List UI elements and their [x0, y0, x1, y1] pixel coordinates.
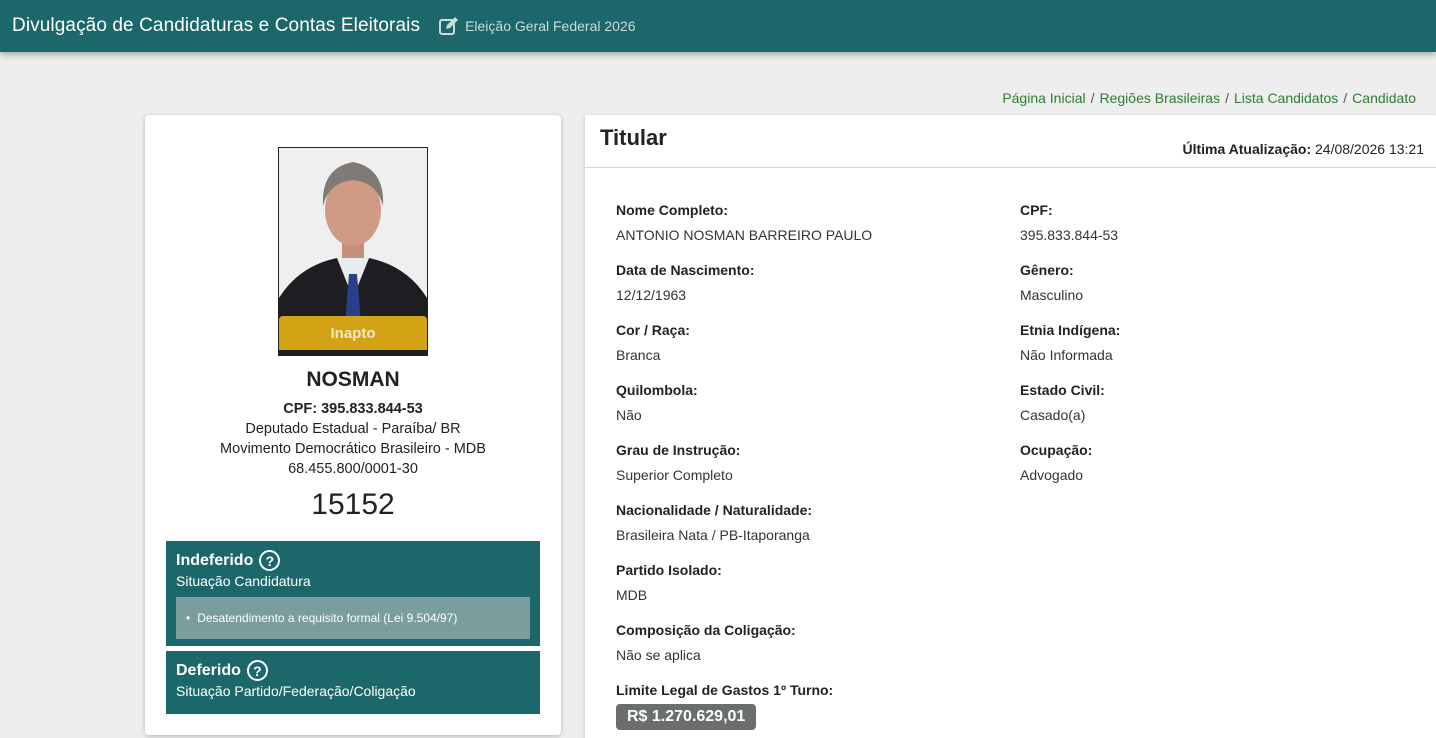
candidate-cpf: CPF: 395.833.844-53 [283, 401, 423, 417]
election-label: Eleição Geral Federal 2026 [465, 18, 636, 34]
field-label: Quilombola: [616, 382, 698, 398]
situation-reason-text: Desatendimento a requisito formal (Lei 9… [197, 611, 458, 625]
section-title: Titular [600, 125, 667, 150]
field-label: Nome Completo: [616, 202, 728, 218]
candidate-party: Movimento Democrático Brasileiro - MDB [220, 441, 486, 457]
candidate-office: Deputado Estadual - Paraíba/ BR [245, 421, 461, 437]
field-label: Cor / Raça: [616, 322, 690, 338]
field-label: Ocupação: [1020, 442, 1093, 458]
breadcrumb-home[interactable]: Página Inicial [1002, 90, 1085, 106]
field-label: Gênero: [1020, 262, 1074, 278]
situation-subtitle: Situação Partido/Federação/Coligação [176, 683, 416, 699]
field-value: Advogado [1020, 467, 1084, 483]
candidate-name: NOSMAN [306, 368, 400, 391]
field-value: Não Informada [1020, 347, 1113, 363]
candidate-summary-card: Inapto NOSMAN CPF: 395.833.844-53 Deputa… [145, 115, 561, 735]
field-occupation: Ocupação: Advogado [1020, 442, 1092, 483]
breadcrumb-candidate-list[interactable]: Lista Candidatos [1234, 90, 1338, 106]
field-label: Nacionalidade / Naturalidade: [616, 502, 813, 518]
field-label: Partido Isolado: [616, 562, 722, 578]
last-update: Última Atualização: 24/08/2026 13:21 [1182, 141, 1424, 157]
edit-icon[interactable] [438, 15, 460, 37]
candidate-number: 15152 [311, 488, 395, 521]
bullet-icon: • [186, 611, 191, 625]
field-spending-limit: Limite Legal de Gastos 1º Turno: R$ 1.27… [616, 682, 833, 730]
party-situation-box: Deferido ? Situação Partido/Federação/Co… [166, 651, 540, 714]
field-value: 12/12/1963 [616, 287, 687, 303]
help-icon[interactable]: ? [246, 660, 268, 681]
field-label: Composição da Coligação: [616, 622, 796, 638]
field-label: Etnia Indígena: [1020, 322, 1121, 338]
field-value: ANTONIO NOSMAN BARREIRO PAULO [616, 227, 873, 243]
breadcrumb: Página Inicial / Regiões Brasileiras / Lista… [1002, 90, 1416, 106]
breadcrumb-separator: / [1343, 90, 1348, 106]
field-gender: Gênero: Masculino [1020, 262, 1083, 303]
field-value: 395.833.844-53 [1020, 227, 1119, 243]
field-race: Cor / Raça: Branca [616, 322, 690, 363]
field-birth-date: Data de Nascimento: 12/12/1963 [616, 262, 754, 303]
field-label: Estado Civil: [1020, 382, 1105, 398]
last-update-label: Última Atualização: [1182, 141, 1312, 157]
candidacy-situation-box: Indeferido ? Situação Candidatura • Desa… [166, 541, 540, 646]
divider [585, 167, 1436, 168]
field-marital-status: Estado Civil: Casado(a) [1020, 382, 1105, 423]
candidate-details-card: Titular Última Atualização: 24/08/2026 1… [585, 115, 1436, 738]
field-value: Superior Completo [616, 467, 733, 483]
field-quilombola: Quilombola: Não [616, 382, 698, 423]
situation-subtitle: Situação Candidatura [176, 573, 311, 589]
field-value: Não [616, 407, 642, 423]
field-value: MDB [616, 587, 648, 603]
breadcrumb-separator: / [1225, 90, 1229, 106]
field-value: Brasileira Nata / PB-Itaporanga [616, 527, 810, 543]
help-icon[interactable]: ? [259, 550, 281, 571]
situation-reason: • Desatendimento a requisito formal (Lei… [176, 597, 530, 639]
field-label: Data de Nascimento: [616, 262, 755, 278]
field-party: Partido Isolado: MDB [616, 562, 722, 603]
situation-title: Deferido [176, 661, 241, 679]
status-badge: Inapto [279, 316, 427, 350]
top-app-bar: Divulgação de Candidaturas e Contas Elei… [0, 0, 1436, 52]
field-label: Limite Legal de Gastos 1º Turno: [616, 682, 834, 698]
candidate-photo: Inapto [278, 147, 428, 356]
field-value: Branca [616, 347, 661, 363]
field-cpf: CPF: 395.833.844-53 [1020, 202, 1118, 243]
field-value: Não se aplica [616, 647, 701, 663]
last-update-value: 24/08/2026 13:21 [1315, 141, 1424, 157]
field-value: Masculino [1020, 287, 1084, 303]
field-value: Casado(a) [1020, 407, 1086, 423]
breadcrumb-separator: / [1090, 90, 1095, 106]
field-nationality: Nacionalidade / Naturalidade: Brasileira… [616, 502, 812, 543]
breadcrumb-regions[interactable]: Regiões Brasileiras [1099, 90, 1220, 106]
field-full-name: Nome Completo: ANTONIO NOSMAN BARREIRO P… [616, 202, 872, 243]
field-indigenous-ethnicity: Etnia Indígena: Não Informada [1020, 322, 1120, 363]
candidate-cnpj: 68.455.800/0001-30 [288, 461, 418, 477]
situation-title: Indeferido [176, 551, 254, 569]
breadcrumb-current[interactable]: Candidato [1352, 90, 1416, 106]
field-coalition: Composição da Coligação: Não se aplica [616, 622, 796, 663]
field-label: CPF: [1020, 202, 1053, 218]
field-education: Grau de Instrução: Superior Completo [616, 442, 740, 483]
spending-limit-badge: R$ 1.270.629,01 [616, 704, 757, 730]
app-title: Divulgação de Candidaturas e Contas Elei… [12, 15, 421, 36]
field-label: Grau de Instrução: [616, 442, 741, 458]
